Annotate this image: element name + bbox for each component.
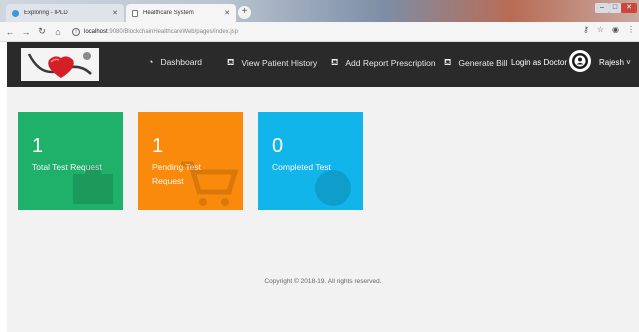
info-icon[interactable]: i [72,28,80,36]
basket-icon: ⛾ [331,57,339,67]
star-icon[interactable]: ☆ [597,25,604,34]
app-navbar: ◔ Dashboard ⛾ View Patient History ⛾ Add… [7,42,639,87]
url-host: localhost [84,29,108,35]
nav-generate-bill[interactable]: ⛾ Generate Bill [444,57,508,69]
nav-view-patient-history-label: View Patient History [241,58,318,68]
tab-favicon-icon [12,9,19,17]
stat-count: 1 [32,135,44,157]
doctor-avatar-icon [572,53,588,69]
stethoscope-heart-icon [21,48,99,81]
nav-add-report-prescription[interactable]: ⛾ Add Report Prescription [331,57,436,69]
browser-toolbar: ← → ↻ ⌂ i localhost:9080/BlockchainHealt… [0,22,639,42]
chevron-down-icon: ˅ [626,58,631,67]
dashboard-content: 1 Total Test Request 1 Pending Test Requ… [7,87,639,332]
browser-tab[interactable]: Exploring - IPLD ✕ [6,4,124,22]
stat-card-completed-test[interactable]: 0 Completed Test [258,112,363,210]
basket-icon: ⛾ [444,57,452,67]
watermark-icon [315,170,351,206]
stat-count: 1 [152,135,164,157]
nav-add-report-prescription-label: Add Report Prescription [345,58,436,68]
user-name: Rajesh [599,58,624,67]
browser-tab-strip: Exploring - IPLD ✕ Healthcare System ✕ +… [0,0,639,22]
nav-dashboard-label: Dashboard [160,57,203,67]
tab-title: Healthcare System [143,10,194,16]
browser-tab-active[interactable]: Healthcare System ✕ [126,4,236,22]
stat-card-pending-test-request[interactable]: 1 Pending Test Request [138,112,243,210]
tab-title: Exploring - IPLD [24,10,68,16]
new-tab-button[interactable]: + [238,6,251,19]
tab-page-icon [132,9,138,17]
address-bar[interactable]: i localhost:9080/BlockchainHealthcareWeb… [72,24,600,40]
avatar[interactable] [569,50,591,72]
user-menu[interactable]: Rajesh ˅ [599,58,631,67]
basket-icon: ⛾ [227,57,235,67]
login-role-label: Login as Doctor [511,58,568,67]
watermark-icon [73,166,113,204]
account-icon[interactable]: ◉ [612,25,619,34]
cart-watermark-icon [181,161,239,206]
window-maximize-button[interactable]: □ [609,3,621,13]
back-arrow-icon[interactable]: ← [4,27,16,37]
key-icon[interactable]: ⚷ [583,25,589,34]
reload-icon[interactable]: ↻ [36,26,48,37]
home-icon[interactable]: ⌂ [52,27,64,37]
stat-count: 0 [272,135,284,157]
menu-icon[interactable]: ⋮ [627,25,635,34]
forward-arrow-icon[interactable]: → [20,27,32,37]
stat-card-total-test-request[interactable]: 1 Total Test Request [18,112,123,210]
tab-close-icon[interactable]: ✕ [112,9,118,17]
nav-generate-bill-label: Generate Bill [458,58,508,68]
nav-view-patient-history[interactable]: ⛾ View Patient History [227,57,317,69]
window-minimize-button[interactable]: – [595,3,609,13]
tab-close-icon[interactable]: ✕ [224,9,230,17]
nav-dashboard[interactable]: ◔ Dashboard [148,57,202,67]
app-logo[interactable] [21,48,99,81]
dashboard-icon: ◔ [148,57,154,67]
url-path: :9080/BlockchainHealthcareWeb/pages/inde… [107,29,238,35]
footer-copyright: Copyright © 2018-19. All rights reserved… [264,278,382,285]
window-close-button[interactable]: ✕ [621,3,637,13]
